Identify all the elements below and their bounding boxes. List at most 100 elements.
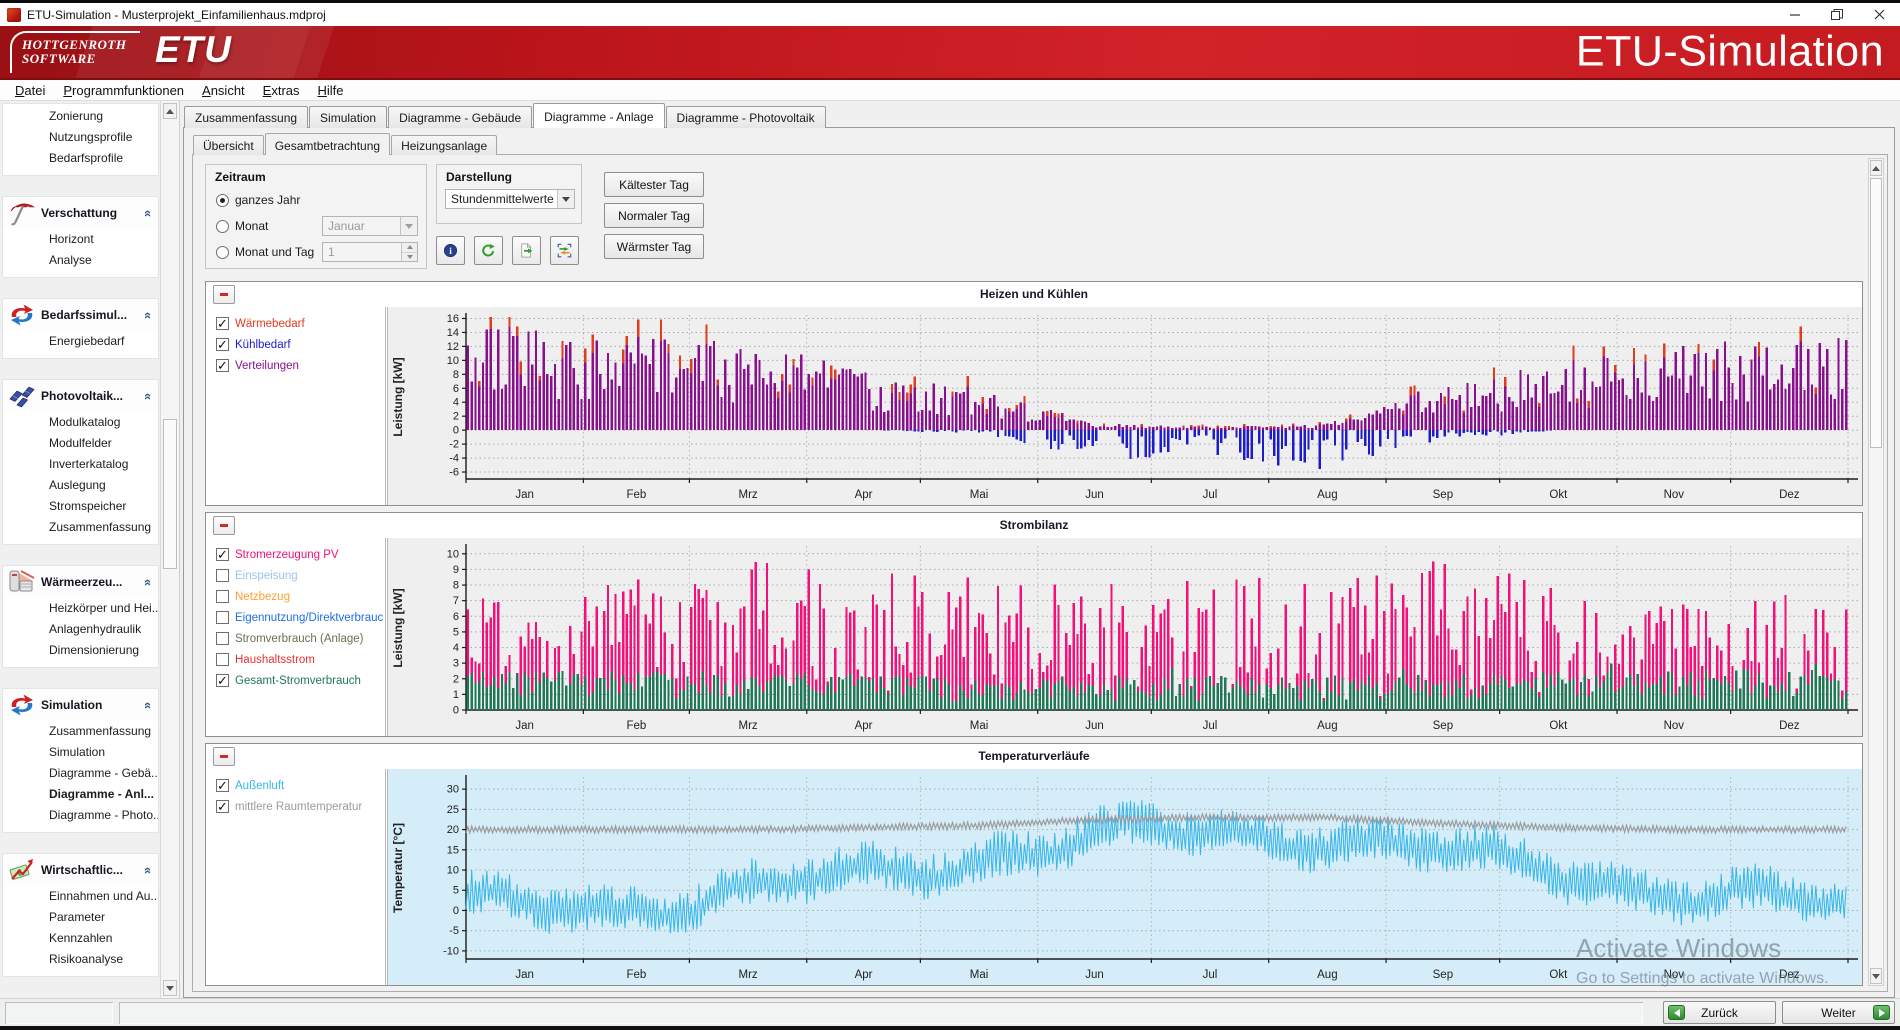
unchecked-checkbox[interactable]: [216, 590, 229, 603]
menu-hilfe[interactable]: Hilfe: [309, 81, 353, 100]
sidebar-item[interactable]: Nutzungsprofile: [3, 127, 158, 148]
legend-item[interactable]: mittlere Raumtemperatur: [216, 796, 383, 817]
tab-diagramme-anlage[interactable]: Diagramme - Anlage: [533, 103, 664, 128]
collapse-chevron-icon[interactable]: «: [141, 311, 156, 318]
scrollbar-thumb[interactable]: [1870, 178, 1882, 448]
chevron-down-icon[interactable]: [557, 190, 574, 208]
scroll-down-icon[interactable]: [163, 980, 177, 996]
stepper-down-icon[interactable]: [402, 252, 417, 262]
sidebar-group-header[interactable]: Wärmeerzeu...«: [3, 566, 158, 598]
collapse-chevron-icon[interactable]: «: [141, 392, 156, 399]
sidebar-item[interactable]: Heizkörper und Hei...: [3, 598, 158, 619]
sidebar-item[interactable]: Auslegung: [3, 475, 158, 496]
tab-simulation[interactable]: Simulation: [309, 106, 387, 128]
sidebar-item[interactable]: Einnahmen und Au...: [3, 886, 158, 907]
subtab-übersicht[interactable]: Übersicht: [193, 135, 264, 155]
collapse-chevron-icon[interactable]: «: [141, 209, 156, 216]
checked-checkbox[interactable]: [216, 800, 229, 813]
legend-item[interactable]: Stromverbrauch (Anlage): [216, 628, 383, 649]
checked-checkbox[interactable]: [216, 359, 229, 372]
checked-checkbox[interactable]: [216, 338, 229, 351]
option-monat-und-tag[interactable]: Monat und Tag 1: [206, 239, 426, 265]
collapse-chevron-icon[interactable]: «: [141, 578, 156, 585]
sidebar-item[interactable]: Diagramme - Gebä...: [3, 763, 158, 784]
legend-item[interactable]: Außenluft: [216, 775, 383, 796]
stepper-up-icon[interactable]: [402, 243, 417, 252]
subtab-heizungsanlage[interactable]: Heizungsanlage: [391, 135, 497, 155]
sidebar-item[interactable]: Energiebedarf: [3, 331, 158, 352]
unchecked-checkbox[interactable]: [216, 653, 229, 666]
menu-programmfunktionen[interactable]: Programmfunktionen: [54, 81, 193, 100]
sidebar-group-header[interactable]: Photovoltaik...«: [3, 380, 158, 412]
unchecked-checkbox[interactable]: [216, 569, 229, 582]
tab-diagramme-photovoltaik[interactable]: Diagramme - Photovoltaik: [666, 106, 826, 128]
legend-item[interactable]: Wärmebedarf: [216, 313, 383, 334]
collapse-chevron-icon[interactable]: «: [141, 701, 156, 708]
sidebar-item[interactable]: Analyse: [3, 250, 158, 271]
checked-checkbox[interactable]: [216, 548, 229, 561]
sidebar-group-header[interactable]: €Wirtschaftlic...«: [3, 854, 158, 886]
sidebar-item[interactable]: Anlagenhydraulik: [3, 619, 158, 640]
checked-checkbox[interactable]: [216, 317, 229, 330]
sidebar-item[interactable]: Modulkatalog: [3, 412, 158, 433]
legend-item[interactable]: Verteilungen: [216, 355, 383, 376]
sidebar-item[interactable]: Modulfelder: [3, 433, 158, 454]
sidebar-item[interactable]: Diagramme - Photo...: [3, 805, 158, 826]
menu-extras[interactable]: Extras: [254, 81, 309, 100]
kaeltester-tag-button[interactable]: Kältester Tag: [604, 172, 704, 197]
scroll-up-icon[interactable]: [163, 103, 177, 119]
scrollbar-track[interactable]: [1870, 176, 1882, 968]
sidebar-item[interactable]: Kennzahlen: [3, 928, 158, 949]
sidebar-item[interactable]: Horizont: [3, 229, 158, 250]
scrollbar-thumb[interactable]: [163, 419, 177, 569]
option-monat[interactable]: Monat Januar: [206, 213, 426, 239]
day-stepper[interactable]: 1: [322, 242, 418, 262]
legend-item[interactable]: Stromerzeugung PV: [216, 544, 383, 565]
waermster-tag-button[interactable]: Wärmster Tag: [604, 234, 704, 259]
refresh-button[interactable]: [474, 236, 503, 265]
next-button[interactable]: Weiter: [1782, 1001, 1895, 1024]
close-button[interactable]: [1858, 3, 1900, 26]
sidebar-group-header[interactable]: Verschattung«: [3, 197, 158, 229]
fit-view-button[interactable]: [550, 236, 579, 265]
scroll-down-icon[interactable]: [1870, 968, 1882, 984]
sidebar-item[interactable]: Simulation: [3, 742, 158, 763]
unchecked-checkbox[interactable]: [216, 632, 229, 645]
radio-monat[interactable]: [216, 220, 229, 233]
menu-ansicht[interactable]: Ansicht: [193, 81, 254, 100]
sidebar-item[interactable]: Parameter: [3, 907, 158, 928]
collapse-chevron-icon[interactable]: «: [141, 866, 156, 873]
sidebar-item[interactable]: Zonierung: [3, 106, 158, 127]
chevron-down-icon[interactable]: [400, 217, 417, 235]
legend-item[interactable]: Kühlbedarf: [216, 334, 383, 355]
legend-item[interactable]: Netzbezug: [216, 586, 383, 607]
back-button[interactable]: Zurück: [1663, 1001, 1776, 1024]
sidebar-item[interactable]: Diagramme - Anl...: [3, 784, 158, 805]
sidebar-item[interactable]: Stromspeicher: [3, 496, 158, 517]
charts-scrollbar[interactable]: [1868, 158, 1884, 986]
legend-item[interactable]: Eigennutzung/Direktverbrauch: [216, 607, 383, 628]
option-ganzes-jahr[interactable]: ganzes Jahr: [206, 187, 426, 213]
normaler-tag-button[interactable]: Normaler Tag: [604, 203, 704, 228]
legend-item[interactable]: Haushaltsstrom: [216, 649, 383, 670]
sidebar-item[interactable]: Inverterkatalog: [3, 454, 158, 475]
sidebar-group-header[interactable]: Bedarfssimul...«: [3, 299, 158, 331]
legend-item[interactable]: Gesamt-Stromverbrauch: [216, 670, 383, 691]
sidebar-item[interactable]: Zusammenfassung: [3, 517, 158, 538]
export-button[interactable]: [512, 236, 541, 265]
checked-checkbox[interactable]: [216, 674, 229, 687]
scrollbar-track[interactable]: [163, 119, 177, 980]
minimize-button[interactable]: [1774, 3, 1816, 26]
legend-item[interactable]: Einspeisung: [216, 565, 383, 586]
sidebar-item[interactable]: Zusammenfassung: [3, 721, 158, 742]
sidebar-item[interactable]: Risikoanalyse: [3, 949, 158, 970]
tab-diagramme-gebäude[interactable]: Diagramme - Gebäude: [388, 106, 532, 128]
radio-ganzes-jahr[interactable]: [216, 194, 229, 207]
sidebar-scrollbar[interactable]: [160, 101, 180, 998]
restore-button[interactable]: [1816, 3, 1858, 26]
sidebar-item[interactable]: Bedarfsprofile: [3, 148, 158, 169]
tab-zusammenfassung[interactable]: Zusammenfassung: [184, 106, 308, 128]
scroll-up-icon[interactable]: [1870, 160, 1882, 176]
radio-monat-und-tag[interactable]: [216, 246, 229, 259]
subtab-gesamtbetrachtung[interactable]: Gesamtbetrachtung: [265, 133, 390, 155]
